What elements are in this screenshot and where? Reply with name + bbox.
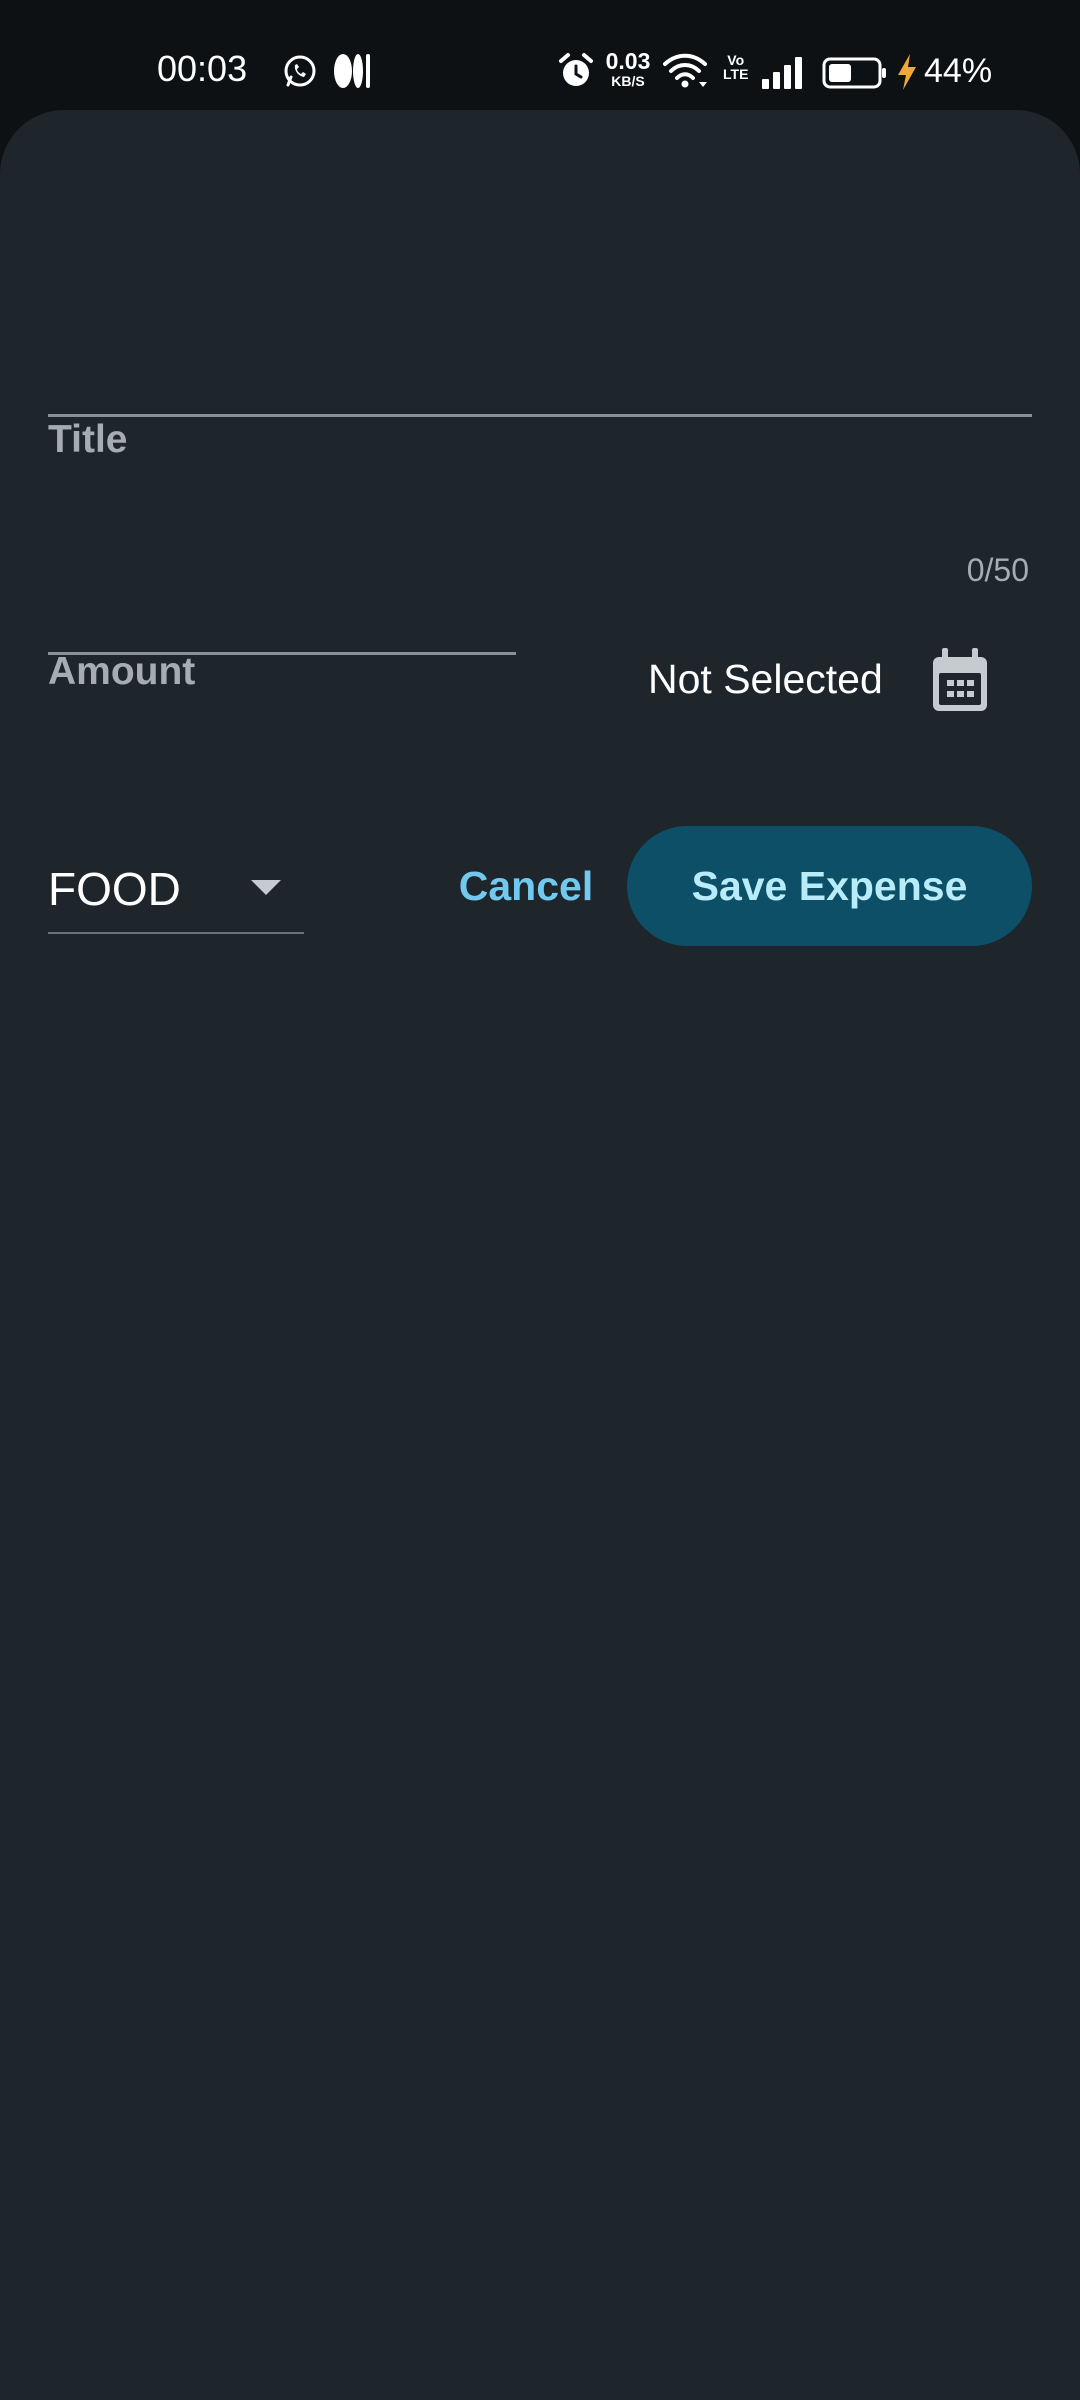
title-field[interactable]: Title: [48, 280, 1032, 461]
volte-bottom: LTE: [723, 66, 749, 82]
wifi-icon: [663, 52, 709, 95]
selected-date-text: Not Selected: [648, 656, 883, 702]
status-bar: 00:03 0.03 KB/S Vo LTE 44%: [0, 0, 1080, 110]
title-character-counter: 0/50: [966, 552, 1029, 588]
calendar-icon: [925, 648, 995, 719]
add-expense-sheet: Title 0/50 Amount Not Selected FOOD Canc…: [0, 110, 1080, 2400]
volte-top: Vo: [727, 52, 745, 68]
network-speed-value: 0.03: [605, 48, 651, 74]
title-label: Title: [48, 418, 128, 461]
media-icon: [333, 52, 373, 95]
network-speed-unit: KB/S: [611, 73, 645, 89]
category-underline: [48, 932, 304, 934]
category-selected-value: FOOD: [48, 863, 181, 915]
battery-percent: 44%: [924, 52, 993, 90]
whatsapp-icon: [282, 53, 318, 94]
calendar-button[interactable]: [925, 645, 995, 715]
network-speed: 0.03 KB/S: [600, 48, 656, 89]
alarm-icon: [558, 52, 594, 95]
amount-label: Amount: [48, 650, 196, 693]
cancel-button[interactable]: Cancel: [448, 850, 604, 922]
title-underline: [48, 414, 1032, 417]
amount-field[interactable]: Amount: [48, 610, 516, 766]
battery-icon: [822, 57, 888, 94]
amount-underline: [48, 652, 516, 655]
category-dropdown[interactable]: FOOD: [48, 850, 304, 934]
volte-indicator: Vo LTE: [723, 53, 748, 81]
charging-icon: [896, 53, 918, 96]
save-expense-button[interactable]: Save Expense: [627, 826, 1032, 946]
signal-icon: [760, 55, 806, 94]
dropdown-arrow-icon: [251, 880, 281, 901]
status-time: 00:03: [157, 48, 248, 89]
